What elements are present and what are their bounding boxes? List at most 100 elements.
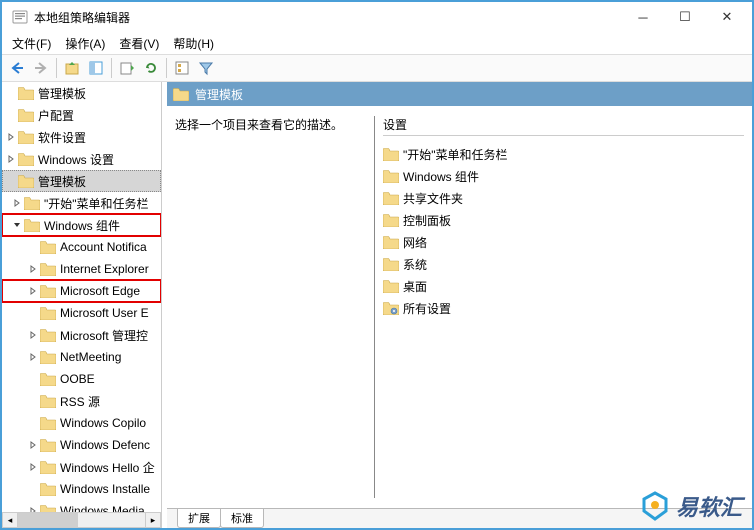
setting-item[interactable]: 系统 (383, 254, 744, 274)
watermark: 易软汇 (640, 490, 742, 522)
tree-item[interactable]: 管理模板 (2, 82, 161, 104)
details-button[interactable] (171, 57, 193, 79)
chevron-right-icon[interactable] (12, 197, 22, 209)
maximize-button[interactable]: ☐ (664, 3, 706, 31)
refresh-button[interactable] (140, 57, 162, 79)
setting-item[interactable]: 控制面板 (383, 210, 744, 230)
tree-item-label: 软件设置 (38, 129, 86, 146)
folder-icon (383, 214, 399, 227)
tab-standard[interactable]: 标准 (220, 509, 264, 528)
menu-file[interactable]: 文件(F) (6, 33, 57, 54)
tree-item-label: Windows 组件 (44, 217, 120, 234)
menu-view[interactable]: 查看(V) (113, 33, 165, 54)
folder-icon (18, 131, 34, 144)
forward-button[interactable] (30, 57, 52, 79)
tree-item[interactable]: NetMeeting (2, 346, 161, 368)
folder-icon (40, 439, 56, 452)
setting-item-label: 桌面 (403, 278, 427, 295)
folder-icon (40, 395, 56, 408)
setting-item[interactable]: Windows 组件 (383, 166, 744, 186)
setting-item[interactable]: 所有设置 (383, 298, 744, 318)
setting-item[interactable]: 网络 (383, 232, 744, 252)
tree-item[interactable]: Windows Installe (2, 478, 161, 500)
close-button[interactable]: ✕ (706, 3, 748, 31)
tree[interactable]: 管理模板户配置软件设置Windows 设置管理模板"开始"菜单和任务栏Windo… (2, 82, 161, 528)
tree-item[interactable]: RSS 源 (2, 390, 161, 412)
tree-item[interactable]: 管理模板 (2, 170, 161, 192)
watermark-text: 易软汇 (676, 490, 742, 522)
up-button[interactable] (61, 57, 83, 79)
folder-icon (40, 417, 56, 430)
tree-item[interactable]: Windows 设置 (2, 148, 161, 170)
hscrollbar[interactable] (18, 512, 145, 528)
tree-item[interactable]: "开始"菜单和任务栏 (2, 192, 161, 214)
folder-icon (383, 280, 399, 293)
chevron-right-icon[interactable] (6, 131, 16, 143)
setting-item-label: 共享文件夹 (403, 190, 463, 207)
folder-icon (40, 483, 56, 496)
chevron-right-icon[interactable] (28, 351, 38, 363)
folder-icon (18, 153, 34, 166)
chevron-right-icon[interactable] (28, 461, 38, 473)
hscroll-thumb[interactable] (18, 513, 78, 527)
filter-button[interactable] (195, 57, 217, 79)
setting-item-label: 控制面板 (403, 212, 451, 229)
content-header: 管理模板 (167, 82, 752, 106)
separator (56, 58, 57, 78)
tree-item[interactable]: Microsoft 管理控 (2, 324, 161, 346)
back-button[interactable] (6, 57, 28, 79)
folder-icon (40, 307, 56, 320)
folder-icon (173, 88, 189, 101)
scroll-left-button[interactable]: ◂ (2, 512, 18, 528)
tree-item[interactable]: 户配置 (2, 104, 161, 126)
folder-icon (40, 285, 56, 298)
tree-item[interactable]: 软件设置 (2, 126, 161, 148)
folder-icon (383, 258, 399, 271)
tree-item[interactable]: Windows Defenc (2, 434, 161, 456)
tree-item-label: Windows Installe (60, 482, 150, 496)
tree-item[interactable]: Windows 组件 (2, 214, 161, 236)
tree-item[interactable]: Account Notifica (2, 236, 161, 258)
chevron-right-icon[interactable] (28, 439, 38, 451)
minimize-button[interactable]: ─ (622, 3, 664, 31)
setting-item[interactable]: 共享文件夹 (383, 188, 744, 208)
tab-extended[interactable]: 扩展 (177, 509, 221, 528)
tree-item[interactable]: Windows Copilo (2, 412, 161, 434)
tree-item-label: Windows Hello 企 (60, 459, 155, 476)
setting-item-label: 网络 (403, 234, 427, 251)
scroll-right-button[interactable]: ▸ (145, 512, 161, 528)
tree-item[interactable]: Microsoft Edge (2, 280, 161, 302)
chevron-down-icon[interactable] (12, 219, 22, 231)
chevron-right-icon[interactable] (28, 285, 38, 297)
setting-item[interactable]: 桌面 (383, 276, 744, 296)
folder-icon (18, 87, 34, 100)
setting-item-label: 所有设置 (403, 300, 451, 317)
toolbar (2, 54, 752, 82)
folder-icon (40, 373, 56, 386)
tree-item-label: 户配置 (38, 107, 74, 124)
chevron-right-icon[interactable] (6, 153, 16, 165)
tree-item-label: Account Notifica (60, 240, 147, 254)
tree-item-label: OOBE (60, 372, 95, 386)
tree-item[interactable]: Internet Explorer (2, 258, 161, 280)
tree-item-label: Windows 设置 (38, 151, 114, 168)
tree-item[interactable]: Microsoft User E (2, 302, 161, 324)
menu-help[interactable]: 帮助(H) (167, 33, 220, 54)
folder-icon (383, 192, 399, 205)
setting-column-header[interactable]: 设置 (383, 116, 744, 136)
setting-item[interactable]: "开始"菜单和任务栏 (383, 144, 744, 164)
menubar: 文件(F) 操作(A) 查看(V) 帮助(H) (2, 32, 752, 54)
show-hide-tree-button[interactable] (85, 57, 107, 79)
export-button[interactable] (116, 57, 138, 79)
chevron-right-icon[interactable] (28, 263, 38, 275)
gear-folder-icon (383, 302, 399, 315)
tree-item[interactable]: OOBE (2, 368, 161, 390)
chevron-right-icon[interactable] (28, 329, 38, 341)
tree-item[interactable]: Windows Hello 企 (2, 456, 161, 478)
menu-action[interactable]: 操作(A) (59, 33, 111, 54)
tree-item-label: Microsoft Edge (60, 284, 140, 298)
setting-item-label: "开始"菜单和任务栏 (403, 146, 508, 163)
content-header-text: 管理模板 (195, 86, 243, 103)
setting-item-label: 系统 (403, 256, 427, 273)
separator (166, 58, 167, 78)
